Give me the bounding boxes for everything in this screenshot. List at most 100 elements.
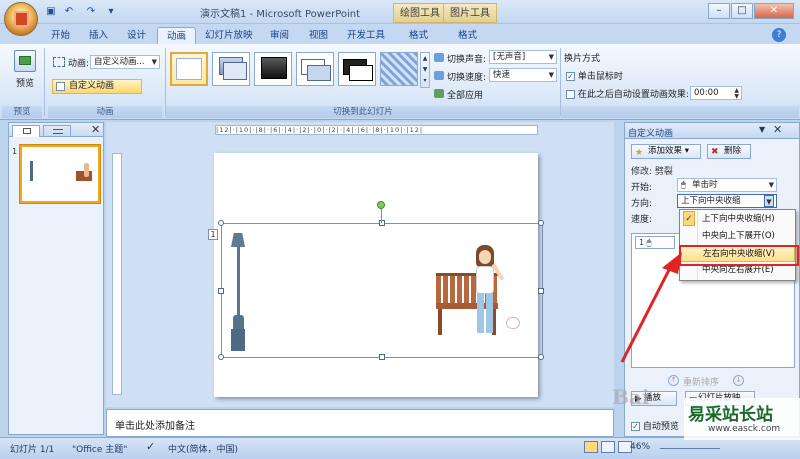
- resize-handle[interactable]: [538, 354, 544, 360]
- tab-format-picture[interactable]: 格式: [449, 27, 486, 44]
- slide-sorter-icon[interactable]: [601, 441, 615, 453]
- resize-handle[interactable]: [218, 288, 224, 294]
- redo-icon[interactable]: ↷: [84, 5, 98, 19]
- tab-developer[interactable]: 开发工具: [338, 27, 394, 44]
- slide-thumbnail[interactable]: [20, 145, 100, 203]
- menu-item-label: 中央向上下展开(O): [702, 231, 775, 241]
- apply-all-button[interactable]: 全部应用: [447, 88, 483, 101]
- menu-item-collapse-vertical[interactable]: ✓ 上下向中央收缩(H): [680, 211, 795, 228]
- slides-panel-tabs: ✕: [9, 123, 103, 137]
- tab-design[interactable]: 设计: [118, 27, 155, 44]
- zoom-level[interactable]: 46%: [630, 442, 650, 452]
- custom-animation-button[interactable]: 自定义动画: [52, 79, 142, 94]
- speed-icon: [434, 71, 444, 80]
- tab-insert[interactable]: 插入: [80, 27, 117, 44]
- start-select[interactable]: 🖱 单击时 ▼: [677, 178, 777, 192]
- rotation-handle[interactable]: [377, 201, 385, 209]
- transition-none-thumb[interactable]: [170, 52, 208, 86]
- resize-handle[interactable]: [218, 220, 224, 226]
- on-click-option[interactable]: ✓ 单击鼠标时: [566, 69, 623, 82]
- group-separator: [44, 48, 45, 116]
- slide-canvas[interactable]: 1: [208, 153, 544, 397]
- transition-sound-select[interactable]: [无声音] ▼: [489, 50, 557, 64]
- qat-customize-icon[interactable]: ▾: [104, 5, 118, 19]
- ribbon-tabs: 开始 插入 设计 动画 幻灯片放映 审阅 视图 开发工具 格式 格式 ?: [0, 24, 800, 44]
- menu-item-expand-vertical[interactable]: 中央向上下展开(O): [680, 228, 795, 245]
- spellcheck-icon[interactable]: ✓: [146, 440, 155, 453]
- spinner-icon[interactable]: ▲ ▼: [734, 88, 739, 100]
- custom-animation-icon: [56, 82, 65, 91]
- autopreview-option[interactable]: ✓ 自动预览: [631, 419, 679, 432]
- list-item-index: 1: [639, 238, 645, 247]
- auto-advance-option[interactable]: 在此之后自动设置动画效果:: [566, 87, 689, 100]
- transition-gallery-scroll[interactable]: ▲ ▼ ▾: [420, 52, 430, 88]
- transition-dissolve-thumb[interactable]: [380, 52, 418, 86]
- tab-slideshow[interactable]: 幻灯片放映: [196, 27, 262, 44]
- sound-icon: [434, 53, 444, 62]
- resize-handle[interactable]: [379, 354, 385, 360]
- preview-button[interactable]: 预览: [10, 76, 40, 89]
- transition-fade-thumb[interactable]: [212, 52, 250, 86]
- animation-select[interactable]: 自定义动画... ▼: [90, 55, 160, 69]
- close-panel-icon[interactable]: ✕: [91, 123, 100, 136]
- group-label-animation: 动画: [48, 106, 162, 118]
- transition-fade-black-thumb[interactable]: [254, 52, 292, 86]
- auto-advance-time-input[interactable]: 00:00 ▲ ▼: [690, 86, 742, 100]
- group-label-advance: [561, 106, 799, 118]
- autopreview-checkbox[interactable]: ✓: [631, 422, 640, 431]
- minimize-button[interactable]: –: [708, 3, 730, 19]
- preview-icon: [14, 50, 36, 72]
- resize-handle[interactable]: [538, 288, 544, 294]
- status-bar: 幻灯片 1/1 "Office 主题" ✓ 中文(简体，中国) 46%: [0, 437, 800, 459]
- save-icon[interactable]: ▣: [44, 5, 58, 19]
- resize-handle[interactable]: [538, 220, 544, 226]
- auto-advance-checkbox[interactable]: [566, 90, 575, 99]
- auto-advance-time-value: 00:00: [694, 88, 719, 98]
- mouse-icon: 🖱: [681, 180, 686, 189]
- transition-cut-thumb[interactable]: [296, 52, 334, 86]
- resize-handle[interactable]: [379, 220, 385, 226]
- pane-options-icon[interactable]: ▼: [759, 125, 765, 134]
- watermark-box: 易采站长站 www.easck.com: [684, 398, 800, 440]
- transition-cut-black-thumb[interactable]: [338, 52, 376, 86]
- move-up-icon[interactable]: ↑: [668, 375, 679, 386]
- animation-label: 动画:: [68, 59, 90, 69]
- tab-view[interactable]: 视图: [300, 27, 337, 44]
- direction-label: 方向:: [631, 199, 653, 209]
- pane-close-icon[interactable]: ✕: [773, 123, 782, 136]
- chevron-down-icon: ▼: [548, 71, 554, 79]
- remove-effect-button[interactable]: ✖ 删除: [707, 144, 751, 159]
- zoom-slider[interactable]: [660, 448, 720, 449]
- office-logo-icon: [14, 11, 29, 27]
- tab-home[interactable]: 开始: [42, 27, 79, 44]
- animation-icon: [53, 57, 65, 67]
- animation-list-item[interactable]: 1 🖱: [635, 236, 675, 249]
- transition-speed-label: 切换速度:: [447, 73, 487, 83]
- close-button[interactable]: ✕: [754, 3, 794, 19]
- tab-animation[interactable]: 动画: [157, 27, 197, 44]
- transition-speed-select[interactable]: 快速 ▼: [489, 68, 557, 82]
- add-effect-button[interactable]: ★ 添加效果 ▾: [631, 144, 701, 159]
- context-tab-picture-tools[interactable]: 图片工具: [443, 3, 497, 23]
- move-down-icon[interactable]: ↓: [733, 375, 744, 386]
- help-icon[interactable]: ?: [772, 28, 786, 42]
- notes-pane[interactable]: 单击此处添加备注: [106, 409, 614, 437]
- tab-format-drawing[interactable]: 格式: [400, 27, 437, 44]
- menu-item-label: 中央向左右展开(E): [702, 265, 774, 275]
- resize-handle[interactable]: [218, 354, 224, 360]
- undo-icon[interactable]: ↶: [62, 5, 76, 19]
- office-button[interactable]: [4, 2, 38, 36]
- transition-sound-value: [无声音]: [493, 52, 526, 62]
- normal-view-icon[interactable]: [584, 441, 598, 453]
- tab-slides[interactable]: [12, 125, 40, 137]
- maximize-button[interactable]: □: [731, 3, 753, 19]
- animation-order-tag[interactable]: 1: [208, 229, 218, 240]
- context-tab-drawing-tools[interactable]: 绘图工具: [393, 3, 447, 23]
- chevron-down-icon[interactable]: ▼: [764, 195, 774, 207]
- tab-outline[interactable]: [43, 125, 71, 137]
- on-click-checkbox[interactable]: ✓: [566, 72, 575, 81]
- tab-review[interactable]: 审阅: [261, 27, 298, 44]
- direction-select[interactable]: 上下向中央收缩 ▼: [677, 194, 777, 208]
- modify-label: 修改: 劈裂: [631, 167, 673, 177]
- notes-placeholder[interactable]: 单击此处添加备注: [115, 417, 195, 432]
